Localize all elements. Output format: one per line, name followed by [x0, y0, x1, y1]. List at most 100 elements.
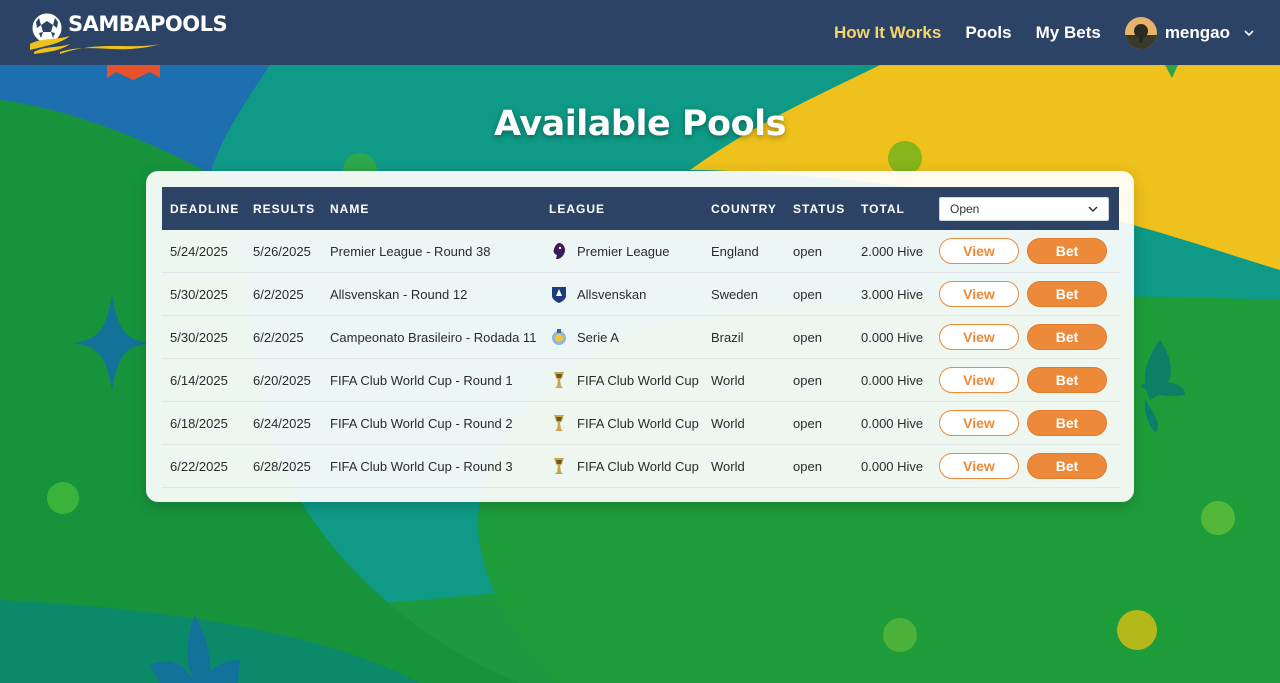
- table-row: 5/24/2025 5/26/2025 Premier League - Rou…: [162, 230, 1119, 273]
- view-button[interactable]: View: [939, 453, 1019, 479]
- nav-link-pools[interactable]: Pools: [965, 23, 1011, 43]
- status-cell: open: [793, 243, 822, 259]
- trophy-icon: [549, 413, 569, 433]
- league-cell: Serie A: [541, 316, 703, 359]
- league-cell: Premier League: [541, 230, 703, 273]
- status-cell: open: [793, 458, 822, 474]
- total-cell: 2.000 Hive: [861, 243, 924, 259]
- header-deadline: DEADLINE: [170, 201, 240, 216]
- actions-cell: View Bet: [931, 445, 1119, 488]
- actions-cell: View Bet: [931, 359, 1119, 402]
- name-cell: FIFA Club World Cup - Round 2: [330, 415, 513, 431]
- actions-cell: View Bet: [931, 273, 1119, 316]
- league-name: FIFA Club World Cup: [577, 372, 699, 388]
- country-cell: World: [711, 415, 745, 431]
- sambapools-logo[interactable]: SAMBAPOOLS: [30, 10, 228, 56]
- status-cell: open: [793, 372, 822, 388]
- table-row: 5/30/2025 6/2/2025 Campeonato Brasileiro…: [162, 316, 1119, 359]
- total-cell: 0.000 Hive: [861, 458, 924, 474]
- logo-wave-icon: [60, 44, 160, 54]
- bet-button[interactable]: Bet: [1027, 281, 1107, 307]
- top-navbar: SAMBAPOOLS How It Works Pools My Bets me…: [0, 0, 1280, 65]
- country-cell: World: [711, 458, 745, 474]
- header-results: RESULTS: [253, 201, 316, 216]
- status-cell: open: [793, 329, 822, 345]
- total-cell: 0.000 Hive: [861, 372, 924, 388]
- page-title: Available Pools: [494, 104, 786, 144]
- header-status: STATUS: [793, 201, 846, 216]
- country-cell: Sweden: [711, 286, 758, 302]
- results-cell: 6/2/2025: [253, 329, 304, 345]
- actions-cell: View Bet: [931, 316, 1119, 359]
- actions-cell: View Bet: [931, 402, 1119, 445]
- brand-name: SAMBAPOOLS: [68, 12, 228, 36]
- bet-button[interactable]: Bet: [1027, 238, 1107, 264]
- league-name: Allsvenskan: [577, 286, 647, 302]
- nav-link-how-it-works[interactable]: How It Works: [834, 23, 941, 43]
- deadline-cell: 6/14/2025: [170, 372, 228, 388]
- results-cell: 6/24/2025: [253, 415, 311, 431]
- league-name: Premier League: [577, 243, 670, 259]
- deadline-cell: 5/30/2025: [170, 329, 228, 345]
- username: mengao: [1164, 22, 1230, 42]
- table-row: 6/22/2025 6/28/2025 FIFA Club World Cup …: [162, 445, 1119, 488]
- league-cell: FIFA Club World Cup: [541, 359, 703, 402]
- results-cell: 5/26/2025: [253, 243, 311, 259]
- total-cell: 0.000 Hive: [861, 329, 924, 345]
- user-menu[interactable]: mengao: [1124, 16, 1254, 49]
- trophy-icon: [549, 370, 569, 390]
- bet-button[interactable]: Bet: [1027, 367, 1107, 393]
- view-button[interactable]: View: [939, 238, 1019, 264]
- country-cell: World: [711, 372, 745, 388]
- deadline-cell: 5/30/2025: [170, 286, 228, 302]
- name-cell: FIFA Club World Cup - Round 3: [330, 458, 513, 474]
- results-cell: 6/20/2025: [253, 372, 311, 388]
- view-button[interactable]: View: [939, 324, 1019, 350]
- table-row: 6/18/2025 6/24/2025 FIFA Club World Cup …: [162, 402, 1119, 445]
- header-filter: Open: [931, 187, 1119, 230]
- pools-card: DEADLINE RESULTS NAME LEAGUE COUNTRY STA…: [146, 171, 1134, 502]
- pools-table: DEADLINE RESULTS NAME LEAGUE COUNTRY STA…: [162, 187, 1119, 488]
- nav-link-my-bets[interactable]: My Bets: [1036, 23, 1101, 43]
- table-row: 5/30/2025 6/2/2025 Allsvenskan - Round 1…: [162, 273, 1119, 316]
- country-cell: England: [711, 243, 759, 259]
- header-name: NAME: [330, 201, 370, 216]
- status-cell: open: [793, 286, 822, 302]
- view-button[interactable]: View: [939, 281, 1019, 307]
- name-cell: FIFA Club World Cup - Round 1: [330, 372, 513, 388]
- country-cell: Brazil: [711, 329, 744, 345]
- view-button[interactable]: View: [939, 367, 1019, 393]
- avatar: [1124, 16, 1157, 49]
- results-cell: 6/28/2025: [253, 458, 311, 474]
- league-name: FIFA Club World Cup: [577, 415, 699, 431]
- deadline-cell: 6/22/2025: [170, 458, 228, 474]
- name-cell: Premier League - Round 38: [330, 243, 491, 259]
- header-country: COUNTRY: [711, 201, 777, 216]
- total-cell: 3.000 Hive: [861, 286, 924, 302]
- league-cell: Allsvenskan: [541, 273, 703, 316]
- table-row: 6/14/2025 6/20/2025 FIFA Club World Cup …: [162, 359, 1119, 402]
- bet-button[interactable]: Bet: [1027, 453, 1107, 479]
- bet-button[interactable]: Bet: [1027, 324, 1107, 350]
- status-filter-value: Open: [950, 201, 980, 216]
- league-cell: FIFA Club World Cup: [541, 402, 703, 445]
- nav-links: How It Works Pools My Bets mengao: [834, 0, 1280, 65]
- deadline-cell: 5/24/2025: [170, 243, 228, 259]
- total-cell: 0.000 Hive: [861, 415, 924, 431]
- actions-cell: View Bet: [931, 230, 1119, 273]
- results-cell: 6/2/2025: [253, 286, 304, 302]
- bet-button[interactable]: Bet: [1027, 410, 1107, 436]
- header-league: LEAGUE: [549, 201, 606, 216]
- header-total: TOTAL: [861, 201, 905, 216]
- league-name: FIFA Club World Cup: [577, 458, 699, 474]
- name-cell: Allsvenskan - Round 12: [330, 286, 468, 302]
- chevron-down-icon: [1088, 205, 1098, 212]
- name-cell: Campeonato Brasileiro - Rodada 11: [330, 329, 537, 345]
- allsvenskan-icon: [549, 284, 569, 304]
- chevron-down-icon: [1244, 29, 1254, 36]
- serie-a-icon: [549, 327, 569, 347]
- premier-league-icon: [549, 241, 569, 261]
- view-button[interactable]: View: [939, 410, 1019, 436]
- status-filter-select[interactable]: Open: [939, 196, 1109, 221]
- trophy-icon: [549, 456, 569, 476]
